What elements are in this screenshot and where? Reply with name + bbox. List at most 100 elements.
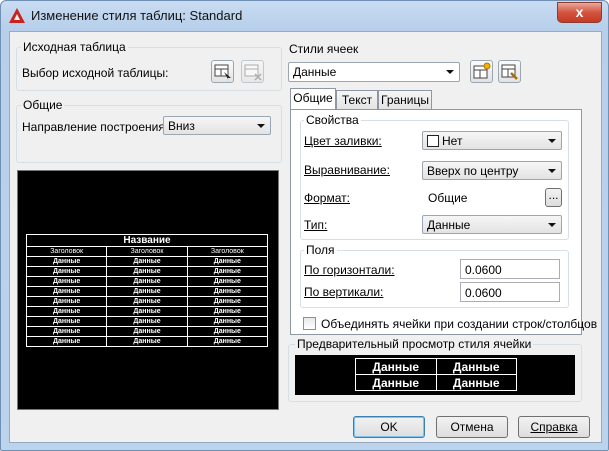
merge-cells-checkbox[interactable]: [303, 317, 316, 330]
general-group: Общие Направление построения: Вниз: [16, 98, 282, 163]
preview-row: Данные Данные Данные: [25, 286, 269, 297]
cancel-button[interactable]: Отмена: [436, 416, 508, 438]
horizontal-margin-label: По горизонтали:: [304, 263, 395, 277]
table-select-icon: [214, 64, 231, 81]
preview-data-cell: Данные: [25, 336, 108, 347]
fill-color-dropdown[interactable]: Нет: [422, 131, 562, 150]
alignment-dropdown[interactable]: Вверх по центру: [422, 161, 562, 180]
horizontal-margin-value: 0.0600: [465, 263, 502, 277]
vertical-margin-value: 0.0600: [465, 286, 502, 300]
tab-text[interactable]: Текст: [336, 90, 378, 109]
preview-data-cell: Данные: [106, 266, 188, 277]
title-bar[interactable]: Изменение стиля таблиц: Standard x: [1, 1, 608, 31]
tab-panel-general: Свойства Цвет заливки: Нет Выравнивание:…: [290, 109, 597, 335]
preview-title: Название: [26, 234, 268, 247]
direction-dropdown[interactable]: Вниз: [163, 116, 271, 135]
preview-row: Данные Данные Данные: [25, 266, 269, 277]
preview-row: Данные Данные Данные: [25, 336, 269, 347]
close-button[interactable]: x: [557, 2, 602, 23]
ok-button[interactable]: OK: [353, 416, 425, 438]
vertical-margin-label: По вертикали:: [304, 285, 384, 299]
preview-data-cell: Данные: [25, 316, 108, 327]
horizontal-margin-input[interactable]: 0.0600: [460, 259, 560, 279]
cell-style-value: Данные: [293, 65, 337, 79]
format-browse-button[interactable]: ...: [545, 188, 562, 207]
preview-cell: Данные: [355, 374, 437, 391]
properties-group-label: Свойства: [304, 113, 361, 127]
direction-value: Вниз: [168, 119, 195, 133]
type-value: Данные: [427, 218, 471, 232]
preview-data-cell: Данные: [186, 306, 269, 317]
preview-row: Данные Данные Данные: [25, 276, 269, 287]
manage-cell-styles-button[interactable]: [498, 60, 521, 83]
preview-table: Название Заголовок Заголовок Заголовок Дан…: [25, 234, 269, 347]
preview-data-cell: Данные: [106, 276, 188, 287]
source-table-group-label: Исходная таблица: [21, 40, 128, 54]
chevron-down-icon: [548, 139, 556, 143]
chevron-down-icon: [548, 169, 556, 173]
preview-data-cell: Данные: [186, 336, 269, 347]
format-label: Формат:: [304, 191, 350, 205]
preview-header-cell: Заголовок: [106, 246, 188, 257]
preview-data-cell: Данные: [186, 266, 269, 277]
cell-styles-label: Стили ячеек: [289, 42, 359, 56]
preview-data-cell: Данные: [186, 296, 269, 307]
alignment-value: Вверх по центру: [427, 164, 519, 178]
tab-borders[interactable]: Границы: [378, 90, 432, 109]
preview-row: Данные Данные Данные: [25, 256, 269, 267]
preview-body: Данные Данные Данные Данные Данные Данные Данн…: [25, 256, 269, 347]
alignment-label: Выравнивание:: [304, 163, 390, 177]
preview-header-cell: Заголовок: [25, 246, 108, 257]
preview-data-cell: Данные: [106, 326, 188, 337]
merge-cells-label: Объединять ячейки при создании строк/сто…: [321, 317, 598, 331]
general-group-label: Общие: [21, 98, 65, 112]
preview-row: Данные Данные Данные: [25, 326, 269, 337]
preview-data-cell: Данные: [25, 296, 108, 307]
fill-color-value: Нет: [442, 134, 463, 148]
source-table-group: Исходная таблица Выбор исходной таблицы:: [16, 40, 282, 91]
tab-general[interactable]: Общие: [290, 88, 336, 109]
format-value: Общие: [428, 191, 468, 205]
fill-color-label: Цвет заливки:: [304, 134, 382, 148]
preview-cell: Данные: [435, 358, 517, 375]
preview-data-cell: Данные: [186, 276, 269, 287]
preview-data-cell: Данные: [106, 306, 188, 317]
autocad-logo-icon: [9, 8, 25, 23]
preview-data-cell: Данные: [25, 326, 108, 337]
preview-data-cell: Данные: [25, 286, 108, 297]
preview-data-cell: Данные: [186, 326, 269, 337]
margins-group: Поля По горизонтали: 0.0600 По вертикали…: [300, 243, 569, 308]
preview-row: Данные Данные Данные: [25, 316, 269, 327]
type-dropdown[interactable]: Данные: [422, 215, 562, 234]
cell-style-dropdown[interactable]: Данные: [288, 62, 460, 82]
chevron-down-icon: [446, 70, 454, 74]
select-table-button[interactable]: [211, 60, 234, 83]
color-swatch-icon: [427, 135, 439, 147]
chevron-down-icon: [548, 223, 556, 227]
margins-group-label: Поля: [304, 243, 337, 257]
preview-data-cell: Данные: [25, 266, 108, 277]
type-label: Тип:: [304, 218, 328, 232]
preview-data-cell: Данные: [25, 276, 108, 287]
preview-data-cell: Данные: [106, 316, 188, 327]
manage-cell-styles-icon: [501, 64, 518, 80]
preview-data-cell: Данные: [25, 306, 108, 317]
table-delete-icon: [244, 64, 262, 81]
new-cell-style-icon: [473, 62, 491, 79]
cell-preview-group-label: Предварительный просмотр стиля ячейки: [295, 337, 534, 351]
table-preview: Название Заголовок Заголовок Заголовок Дан…: [17, 170, 279, 410]
help-button[interactable]: Справка: [518, 416, 590, 438]
direction-label: Направление построения:: [22, 120, 169, 134]
chevron-down-icon: [257, 124, 265, 128]
preview-cell: Данные: [355, 358, 437, 375]
vertical-margin-input[interactable]: 0.0600: [460, 282, 560, 302]
window-title: Изменение стиля таблиц: Standard: [31, 8, 243, 23]
dialog-body: Исходная таблица Выбор исходной таблицы:: [9, 31, 602, 443]
preview-data-cell: Данные: [186, 286, 269, 297]
preview-cell: Данные: [435, 374, 517, 391]
preview-data-cell: Данные: [186, 256, 269, 267]
preview-data-cell: Данные: [106, 336, 188, 347]
create-cell-style-button[interactable]: [470, 60, 493, 83]
remove-table-button[interactable]: [241, 60, 264, 83]
preview-data-cell: Данные: [106, 286, 188, 297]
